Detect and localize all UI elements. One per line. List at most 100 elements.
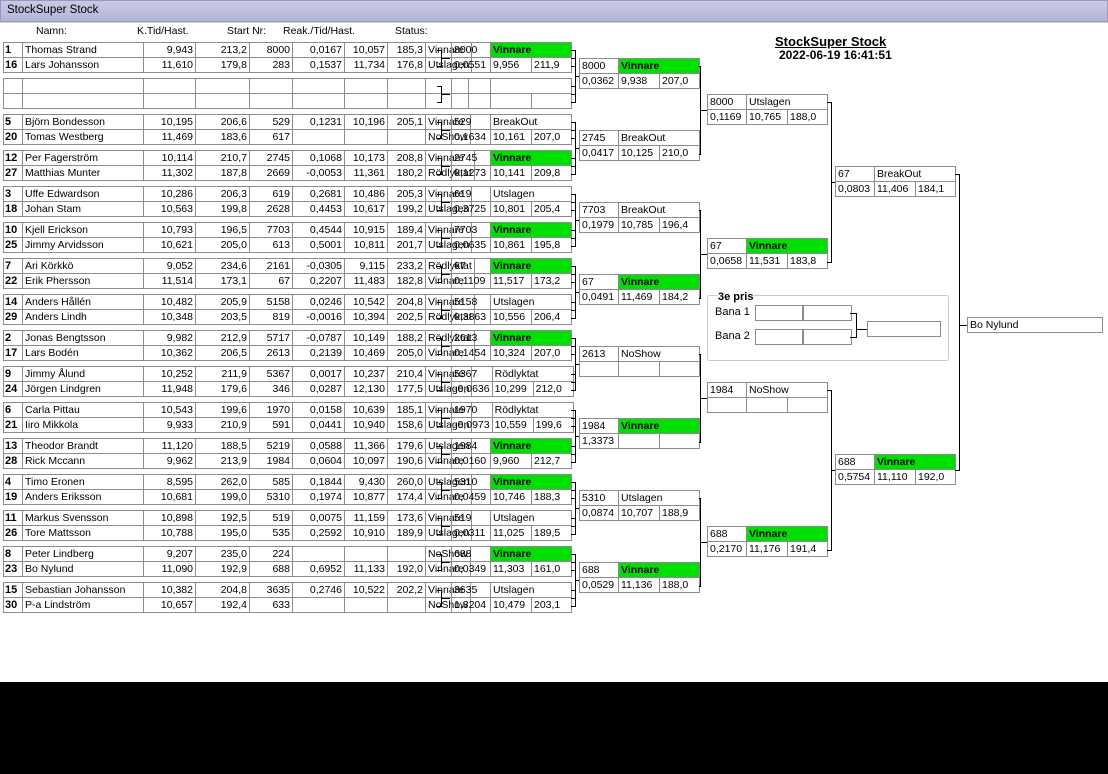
racer-name: Ari Körkkö: [22, 258, 144, 274]
racer-row[interactable]: 2 Jonas Bengtsson 9,982 212,9 5717 -0,0787 10,…: [3, 330, 475, 346]
racer-row[interactable]: 16 Lars Johansson 11,610 179,8 283 0,1537 11,7…: [3, 57, 473, 73]
header-start: Start Nr:: [227, 25, 267, 37]
racer-row[interactable]: 13 Theodor Brandt 11,120 188,5 5219 0,0588 11,…: [3, 438, 473, 454]
racer-row[interactable]: 11 Markus Svensson 10,898 192,5 519 0,0075 11,…: [3, 510, 473, 526]
result-box[interactable]: 67 Vinnare 0,0491 11,469 184,2: [579, 274, 700, 305]
race-time: 10,811: [344, 237, 388, 253]
result-box[interactable]: [451, 78, 572, 109]
result-box[interactable]: 688 Vinnare 0,0349 11,303 161,0: [451, 546, 572, 577]
result-box[interactable]: 67 Vinnare 0,0658 11,531 183,8: [707, 238, 828, 269]
result-box[interactable]: 8000 Vinnare 0,0551 9,956 211,9: [451, 42, 572, 73]
racer-row[interactable]: 23 Bo Nylund 11,090 192,9 688 0,6952 11,133 192…: [3, 561, 471, 577]
race-time: [344, 546, 388, 562]
result-box[interactable]: 688 Vinnare 0,5754 11,110 192,0: [835, 454, 956, 485]
racer-row[interactable]: [3, 93, 469, 109]
racer-name: Anders Eriksson: [22, 489, 144, 505]
result-box[interactable]: 1970 Rödlyktat -0,0973 10,559 199,6: [451, 402, 574, 433]
result-box[interactable]: 5367 Rödlyktat -0,0636 10,299 212,0: [451, 366, 574, 397]
bracket-line: [441, 454, 450, 455]
racer-row[interactable]: 22 Erik Phersson 11,514 173,1 67 0,2207 11,483…: [3, 273, 475, 289]
racer-row[interactable]: 9 Jimmy Ålund 10,252 211,9 5367 0,0017 10,237 2…: [3, 366, 473, 382]
racer-row[interactable]: 18 Johan Stam 10,563 199,8 2628 0,4453 10,617 1…: [3, 201, 473, 217]
racer-row[interactable]: 5 Björn Bondesson 10,195 206,6 529 0,1231 10,1…: [3, 114, 471, 130]
result-box[interactable]: 5158 Utslagen 0,3863 10,556 206,4: [451, 294, 572, 325]
racer-row[interactable]: 8 Peter Lindberg 9,207 235,0 224 NoShow: [3, 546, 471, 562]
race-speed: 189,4: [387, 222, 426, 238]
race-speed: 185,1: [387, 402, 426, 418]
racer-row[interactable]: 3 Uffe Edwardson 10,286 206,3 619 0,2681 10,48…: [3, 186, 473, 202]
lane2-input[interactable]: [755, 329, 803, 345]
racer-row[interactable]: 14 Anders Hållén 10,482 205,9 5158 0,0246 10,5…: [3, 294, 475, 310]
qual-time: 11,302: [143, 165, 196, 181]
result-box[interactable]: 688 Vinnare 0,2170 11,176 191,4: [707, 526, 828, 557]
result-box[interactable]: 619 Utslagen 0,3725 10,801 205,4: [451, 186, 572, 217]
racer-row[interactable]: [3, 78, 469, 94]
result-box[interactable]: 67 Vinnare 0,1109 11,517 173,2: [451, 258, 572, 289]
car-number: 67: [579, 274, 619, 290]
race-speed: 189,9: [387, 525, 426, 541]
racer-row[interactable]: 21 Iiro Mikkola 9,933 210,9 591 0,0441 10,940 1…: [3, 417, 473, 433]
result-box[interactable]: 1984 Vinnare 1,3373: [579, 418, 700, 449]
racer-row[interactable]: 26 Tore Mattsson 10,788 195,0 535 0,2592 10,91…: [3, 525, 473, 541]
racer-row[interactable]: 10 Kjell Erickson 10,793 196,5 7703 0,4544 10,…: [3, 222, 473, 238]
result-box[interactable]: 2745 BreakOut 0,0417 10,125 210,0: [579, 130, 700, 161]
bracket-line: [959, 325, 967, 326]
racer-row[interactable]: 19 Anders Eriksson 10,681 199,0 5310 0,1974 10…: [3, 489, 473, 505]
racer-row[interactable]: 15 Sebastian Johansson 10,382 204,8 3635 0,27…: [3, 582, 471, 598]
lane1-time[interactable]: [803, 305, 852, 321]
result-box[interactable]: 67 BreakOut 0,0803 11,406 184,1: [835, 166, 956, 197]
racer-row[interactable]: 4 Timo Eronen 8,595 262,0 585 0,1844 9,430 260,…: [3, 474, 473, 490]
racer-row[interactable]: 20 Tomas Westberg 11,469 183,6 617 NoShow: [3, 129, 471, 145]
race-speed: [387, 93, 426, 109]
qual-speed: 206,3: [195, 186, 250, 202]
qual-time: 10,382: [143, 582, 196, 598]
result-box[interactable]: 5310 Vinnare 0,0459 10,746 188,3: [451, 474, 572, 505]
result-box[interactable]: 3635 Utslagen 1,3204 10,479 203,1: [451, 582, 572, 613]
result-box[interactable]: 7703 BreakOut 0,1979 10,785 196,4: [579, 202, 700, 233]
result-box[interactable]: 1984 Vinnare 0,0160 9,960 212,7: [451, 438, 572, 469]
race-speed: 206,4: [531, 309, 572, 325]
qual-time: 10,793: [143, 222, 196, 238]
racer-row[interactable]: 7 Ari Körkkö 9,052 234,6 2161 -0,0305 9,115 233…: [3, 258, 475, 274]
start-number: 819: [249, 309, 293, 325]
result-box[interactable]: 8000 Utslagen 0,1169 10,765 188,0: [707, 94, 828, 125]
racer-row[interactable]: 29 Anders Lindh 10,348 203,5 819 -0,0016 10,39…: [3, 309, 475, 325]
champion-box[interactable]: Bo Nylund: [967, 317, 1103, 333]
racer-row[interactable]: 12 Per Fagerström 10,114 210,7 2745 0,1068 10,…: [3, 150, 475, 166]
racer-row[interactable]: 28 Rick Mccann 9,962 213,9 1984 0,0604 10,097 1…: [3, 453, 473, 469]
result-box[interactable]: 519 Utslagen 0,0311 11,025 189,5: [451, 510, 572, 541]
result-box[interactable]: 2613 Vinnare 0,1454 10,324 207,0: [451, 330, 572, 361]
lane1-input[interactable]: [755, 305, 803, 321]
result-box[interactable]: 1984 NoShow: [707, 382, 828, 413]
racer-row[interactable]: 6 Carla Pittau 10,543 199,6 1970 0,0158 10,639…: [3, 402, 473, 418]
seed: [3, 78, 23, 94]
race-time: 10,556: [490, 309, 532, 325]
race-time: 10,394: [344, 309, 388, 325]
qual-speed: 192,4: [195, 597, 250, 613]
racer-row[interactable]: 27 Matthias Munter 11,302 187,8 2669 -0,0053 1…: [3, 165, 475, 181]
race-speed: 179,6: [387, 438, 426, 454]
racer-row[interactable]: 1 Thomas Strand 9,943 213,2 8000 0,0167 10,057…: [3, 42, 473, 58]
lane2-time[interactable]: [803, 329, 852, 345]
race-speed: [387, 78, 426, 94]
reaction-time: 0,2746: [292, 582, 345, 598]
racer-name: Kjell Erickson: [22, 222, 144, 238]
title-bar[interactable]: StockSuper Stock: [0, 0, 1108, 22]
third-place-result[interactable]: [867, 321, 941, 337]
result-box[interactable]: 8000 Vinnare 0,0362 9,938 207,0: [579, 58, 700, 89]
racer-row[interactable]: 25 Jimmy Arvidsson 10,621 205,0 613 0,5001 10,…: [3, 237, 473, 253]
lane2-label: Bana 2: [715, 330, 750, 342]
result-box[interactable]: 2745 Vinnare 0,1273 10,141 209,8: [451, 150, 572, 181]
result-box[interactable]: 2613 NoShow: [579, 346, 700, 377]
result-box[interactable]: 688 Vinnare 0,0529 11,136 188,0: [579, 562, 700, 593]
start-number: 617: [249, 129, 293, 145]
result-box[interactable]: 529 BreakOut 0,1634 10,161 207,0: [451, 114, 572, 145]
racer-name: Jonas Bengtsson: [22, 330, 144, 346]
result-box[interactable]: 7703 Vinnare 0,0635 10,861 195,8: [451, 222, 572, 253]
racer-row[interactable]: 17 Lars Bodén 10,362 206,5 2613 0,2139 10,469 2…: [3, 345, 475, 361]
race-time: 11,303: [490, 561, 532, 577]
seed: 11: [3, 510, 23, 526]
result-box[interactable]: 5310 Utslagen 0,0874 10,707 188,9: [579, 490, 700, 521]
racer-row[interactable]: 30 P-a Lindström 10,657 192,4 633 NoShow: [3, 597, 471, 613]
racer-row[interactable]: 24 Jörgen Lindgren 11,948 179,6 346 0,0287 12,…: [3, 381, 473, 397]
